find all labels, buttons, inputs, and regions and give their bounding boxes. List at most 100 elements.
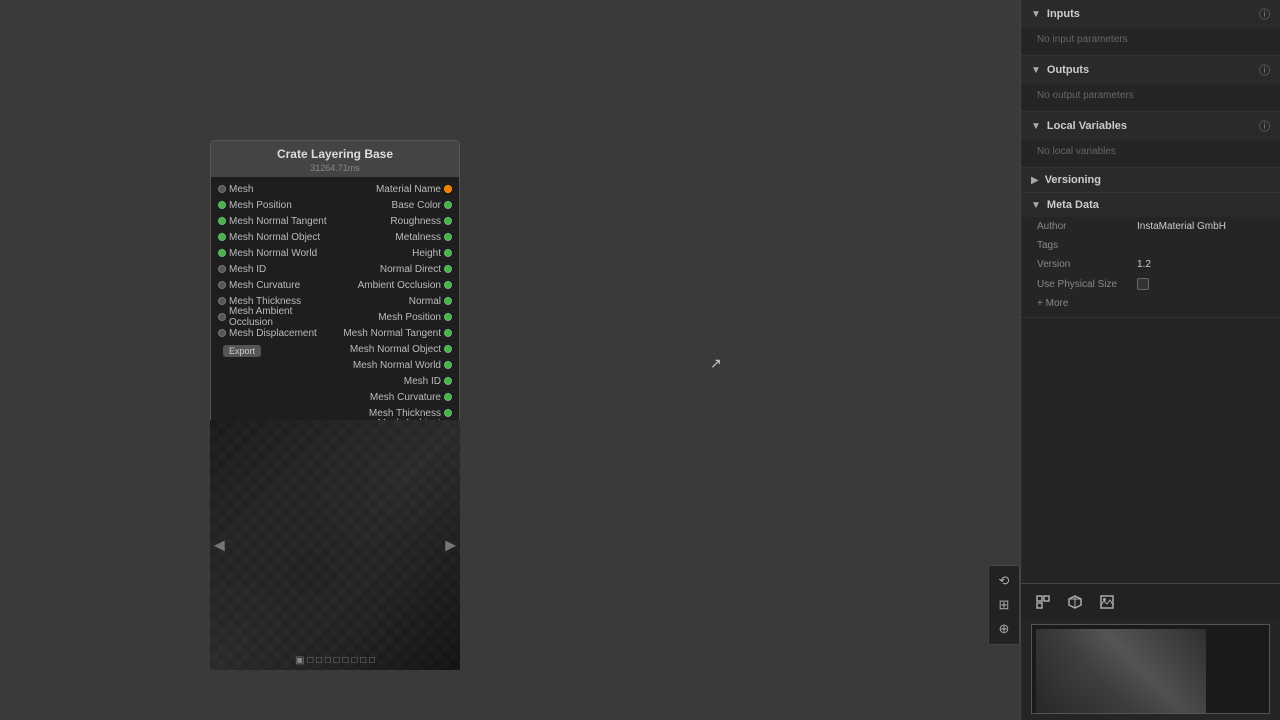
output-row-mesh-curvature[interactable]: Mesh Curvature bbox=[339, 389, 455, 405]
output-label-height: Height bbox=[412, 248, 441, 259]
cube-icon bbox=[1067, 594, 1083, 610]
input-dot-mesh-id bbox=[218, 265, 226, 273]
input-row-mesh-normal-object[interactable]: Mesh Normal Object bbox=[215, 229, 331, 245]
input-label-mesh: Mesh bbox=[229, 184, 253, 195]
preview-arrow-left[interactable]: ◀ bbox=[214, 537, 225, 554]
output-dot-material-name bbox=[444, 185, 452, 193]
bottom-icon-image[interactable] bbox=[1095, 590, 1119, 614]
output-row-mesh-position[interactable]: Mesh Position bbox=[339, 309, 455, 325]
input-label-mesh-normal-object: Mesh Normal Object bbox=[229, 232, 320, 243]
bottom-icon-cube[interactable] bbox=[1063, 590, 1087, 614]
meta-physical-size-checkbox[interactable] bbox=[1137, 278, 1149, 290]
chevron-inputs: ▼ bbox=[1031, 9, 1041, 20]
meta-author-label: Author bbox=[1037, 221, 1137, 232]
chevron-versioning: ▶ bbox=[1031, 175, 1039, 186]
chevron-local-variables: ▼ bbox=[1031, 121, 1041, 132]
info-icon-outputs[interactable]: ⓘ bbox=[1259, 62, 1270, 78]
meta-tags-label: Tags bbox=[1037, 240, 1137, 251]
output-label-mesh-normal-object: Mesh Normal Object bbox=[350, 344, 441, 355]
output-label-mesh-position: Mesh Position bbox=[378, 312, 441, 323]
output-label-mesh-normal-world: Mesh Normal World bbox=[353, 360, 441, 371]
local-variables-empty-text: No local variables bbox=[1021, 140, 1280, 167]
output-row-material-name[interactable]: Material Name bbox=[339, 181, 455, 197]
output-row-metalness[interactable]: Metalness bbox=[339, 229, 455, 245]
zoom-button[interactable]: ⊕ bbox=[993, 618, 1015, 640]
meta-author-value: InstaMaterial GmbH bbox=[1137, 221, 1226, 232]
cursor: ↗ bbox=[710, 355, 718, 363]
output-dot-mesh-position bbox=[444, 313, 452, 321]
input-dot-mesh-curvature bbox=[218, 281, 226, 289]
side-toolbar: ⟲ ⊞ ⊕ bbox=[988, 565, 1020, 645]
reset-view-button[interactable]: ⟲ bbox=[993, 570, 1015, 592]
output-label-normal: Normal bbox=[409, 296, 441, 307]
output-dot-roughness bbox=[444, 217, 452, 225]
input-row-mesh-normal-tangent[interactable]: Mesh Normal Tangent bbox=[215, 213, 331, 229]
meta-version-label: Version bbox=[1037, 259, 1137, 270]
section-meta-data-header[interactable]: ▼ Meta Data bbox=[1021, 193, 1280, 217]
expand-button[interactable]: Export bbox=[223, 345, 261, 357]
output-row-roughness[interactable]: Roughness bbox=[339, 213, 455, 229]
thumbnail-preview bbox=[1036, 629, 1206, 714]
section-inputs-header[interactable]: ▼ Inputs ⓘ bbox=[1021, 0, 1280, 28]
input-label-mesh-curvature: Mesh Curvature bbox=[229, 280, 300, 291]
output-row-ambient-occlusion[interactable]: Ambient Occlusion bbox=[339, 277, 455, 293]
input-dot-mesh bbox=[218, 185, 226, 193]
input-dot-mesh-normal-world bbox=[218, 249, 226, 257]
output-row-mesh-normal-tangent[interactable]: Mesh Normal Tangent bbox=[339, 325, 455, 341]
input-row-mesh-position[interactable]: Mesh Position bbox=[215, 197, 331, 213]
section-outputs-header[interactable]: ▼ Outputs ⓘ bbox=[1021, 56, 1280, 84]
output-dot-normal-direct bbox=[444, 265, 452, 273]
input-row-mesh-ambient-occlusion[interactable]: Mesh Ambient Occlusion bbox=[215, 309, 331, 325]
node-preview[interactable]: ▣ □ □ □ □ □ □ □ □ ◀ ▶ bbox=[210, 420, 460, 670]
chevron-meta-data: ▼ bbox=[1031, 200, 1041, 211]
input-row-mesh-curvature[interactable]: Mesh Curvature bbox=[215, 277, 331, 293]
input-dot-mesh-displacement bbox=[218, 329, 226, 337]
section-versioning-header[interactable]: ▶ Versioning bbox=[1021, 168, 1280, 192]
input-dot-mesh-ambient-occlusion bbox=[218, 313, 226, 321]
output-row-height[interactable]: Height bbox=[339, 245, 455, 261]
meta-version-value: 1.2 bbox=[1137, 259, 1151, 270]
output-dot-mesh-normal-tangent bbox=[444, 329, 452, 337]
section-versioning-title: Versioning bbox=[1045, 174, 1270, 186]
output-label-mesh-id: Mesh ID bbox=[404, 376, 441, 387]
more-link[interactable]: + More bbox=[1021, 294, 1280, 317]
output-row-mesh-id[interactable]: Mesh ID bbox=[339, 373, 455, 389]
input-row-mesh[interactable]: Mesh bbox=[215, 181, 331, 197]
bottom-panel bbox=[1021, 583, 1280, 720]
meta-row-physical-size: Use Physical Size bbox=[1021, 274, 1280, 294]
input-label-mesh-displacement: Mesh Displacement bbox=[229, 328, 317, 339]
bottom-icon-bar bbox=[1021, 584, 1280, 620]
canvas-area[interactable]: Crate Layering Base 31264.71ms Mesh Mesh… bbox=[0, 0, 1020, 720]
output-label-mesh-thickness: Mesh Thickness bbox=[369, 408, 441, 419]
output-label-base-color: Base Color bbox=[392, 200, 441, 211]
output-row-normal[interactable]: Normal bbox=[339, 293, 455, 309]
section-outputs: ▼ Outputs ⓘ No output parameters bbox=[1021, 56, 1280, 112]
input-row-mesh-id[interactable]: Mesh ID bbox=[215, 261, 331, 277]
output-row-base-color[interactable]: Base Color bbox=[339, 197, 455, 213]
outputs-empty-text: No output parameters bbox=[1021, 84, 1280, 111]
input-dot-mesh-normal-object bbox=[218, 233, 226, 241]
input-row-mesh-normal-world[interactable]: Mesh Normal World bbox=[215, 245, 331, 261]
meta-physical-size-label: Use Physical Size bbox=[1037, 279, 1137, 290]
output-row-normal-direct[interactable]: Normal Direct bbox=[339, 261, 455, 277]
section-local-variables-header[interactable]: ▼ Local Variables ⓘ bbox=[1021, 112, 1280, 140]
output-dot-mesh-thickness bbox=[444, 409, 452, 417]
thumbnail-preview-box bbox=[1031, 624, 1270, 714]
info-icon-inputs[interactable]: ⓘ bbox=[1259, 6, 1270, 22]
info-icon-local-variables[interactable]: ⓘ bbox=[1259, 118, 1270, 134]
output-label-mesh-normal-tangent: Mesh Normal Tangent bbox=[343, 328, 441, 339]
output-row-mesh-normal-object[interactable]: Mesh Normal Object bbox=[339, 341, 455, 357]
input-label-mesh-normal-world: Mesh Normal World bbox=[229, 248, 317, 259]
bottom-icon-back[interactable] bbox=[1031, 590, 1055, 614]
section-meta-data-title: Meta Data bbox=[1047, 199, 1270, 211]
node-title: Crate Layering Base bbox=[211, 141, 459, 163]
fit-view-button[interactable]: ⊞ bbox=[993, 594, 1015, 616]
output-row-mesh-normal-world[interactable]: Mesh Normal World bbox=[339, 357, 455, 373]
section-inputs-title: Inputs bbox=[1047, 8, 1259, 20]
input-row-mesh-displacement[interactable]: Mesh Displacement bbox=[215, 325, 331, 341]
section-outputs-title: Outputs bbox=[1047, 64, 1259, 76]
section-inputs: ▼ Inputs ⓘ No input parameters bbox=[1021, 0, 1280, 56]
input-dot-mesh-thickness bbox=[218, 297, 226, 305]
preview-arrow-right[interactable]: ▶ bbox=[445, 537, 456, 554]
meta-row-author: Author InstaMaterial GmbH bbox=[1021, 217, 1280, 236]
